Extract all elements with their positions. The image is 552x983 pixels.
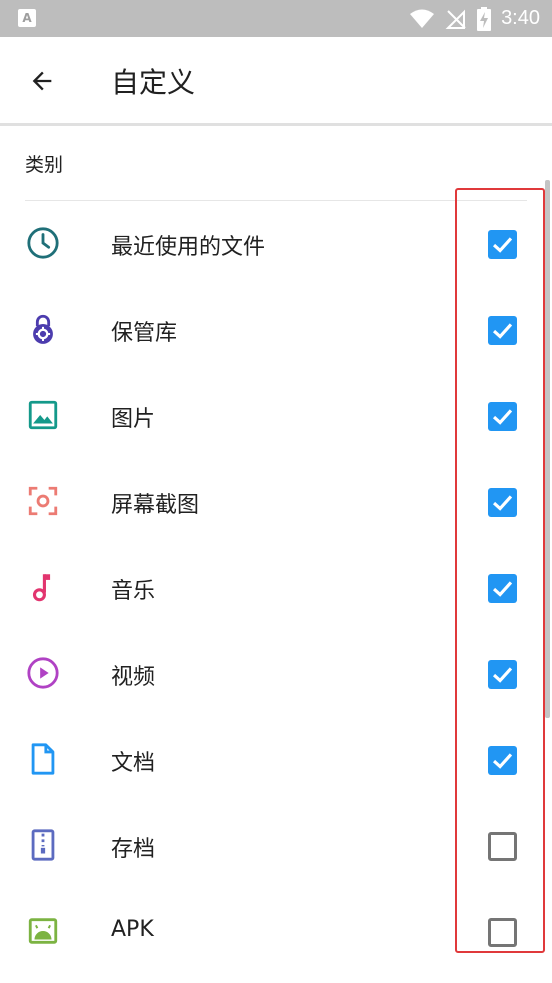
document-icon — [31, 743, 55, 775]
page-title: 自定义 — [111, 66, 196, 99]
scrollbar[interactable] — [545, 180, 550, 718]
arrow-back-icon — [32, 71, 52, 91]
status-bar: A 3:40 — [0, 0, 552, 37]
clock-icon — [27, 227, 59, 259]
vault-lock-icon — [33, 314, 53, 344]
status-time: 3:40 — [501, 7, 540, 29]
list-item-label: 文档 — [111, 751, 156, 776]
back-button[interactable] — [18, 59, 66, 103]
music-note-icon — [32, 574, 51, 602]
list-item-label: 保管库 — [111, 321, 178, 346]
screenshot-icon — [28, 486, 58, 516]
wifi-icon — [410, 9, 435, 28]
list-item-label: 屏幕截图 — [111, 493, 200, 518]
notification-a-icon: A — [18, 9, 36, 27]
battery-charging-icon — [477, 6, 492, 31]
list-item-label: 最近使用的文件 — [111, 235, 266, 260]
app-bar: 自定义 — [0, 37, 552, 123]
list-item-label: 视频 — [111, 665, 156, 690]
list-item-label: 图片 — [111, 407, 156, 432]
image-icon — [28, 400, 58, 430]
no-signal-icon — [445, 9, 466, 29]
android-icon — [28, 918, 58, 944]
list-item-label: APK — [111, 917, 154, 942]
status-icons: 3:40 — [409, 0, 540, 37]
app-bar-divider — [0, 123, 552, 126]
list-item-label: 存档 — [111, 837, 156, 862]
section-header: 类别 — [25, 154, 64, 176]
archive-zip-icon — [31, 829, 55, 861]
play-circle-icon — [27, 657, 59, 689]
highlight-box — [455, 188, 545, 953]
list-item-label: 音乐 — [111, 579, 156, 604]
